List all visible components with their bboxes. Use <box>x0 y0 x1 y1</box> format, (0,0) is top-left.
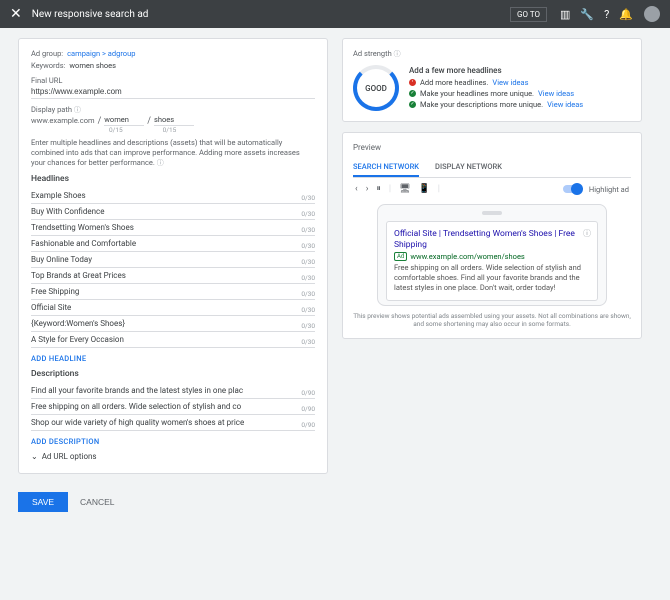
adgroup-label: Ad group: <box>31 49 63 58</box>
display-path-label: Display path <box>31 105 72 114</box>
highlight-label: Highlight ad <box>589 185 629 194</box>
headline-input[interactable]: {Keyword:Women's Shoes}0/30 <box>31 316 315 332</box>
chevron-down-icon: ⌄ <box>31 452 38 461</box>
close-icon[interactable]: ✕ <box>10 6 22 22</box>
form-panel: Ad group: campaign > adgroup Keywords: w… <box>18 38 328 474</box>
view-ideas-link[interactable]: View ideas <box>547 100 583 109</box>
avatar[interactable] <box>644 6 660 22</box>
highlight-toggle[interactable] <box>563 185 581 193</box>
device-frame: ⓘ Official Site | Trendsetting Women's S… <box>377 204 607 306</box>
ad-strength-label: Ad strength <box>353 49 392 58</box>
path2-counter: 0/15 <box>163 126 177 134</box>
status-icon: ✓ <box>409 101 416 108</box>
keywords-value: women shoes <box>69 61 116 70</box>
preview-label: Preview <box>353 143 631 152</box>
view-ideas-link[interactable]: View ideas <box>492 78 528 87</box>
final-url-label: Final URL <box>31 76 315 85</box>
help-icon[interactable]: ? <box>604 8 609 21</box>
topbar: ✕ New responsive search ad GO TO ▥ 🔧 ? 🔔 <box>0 0 670 28</box>
pause-icon[interactable]: ⏸ <box>376 184 381 194</box>
final-url-input[interactable] <box>31 85 315 99</box>
description-input[interactable]: Shop our wide variety of high quality wo… <box>31 415 315 431</box>
cancel-button[interactable]: CANCEL <box>80 497 114 507</box>
strength-ring: GOOD <box>353 65 399 111</box>
descriptions-title: Descriptions <box>31 369 315 379</box>
intro-text: Enter multiple headlines and description… <box>31 138 300 167</box>
headlines-title: Headlines <box>31 174 315 184</box>
headline-input[interactable]: Top Brands at Great Prices0/30 <box>31 268 315 284</box>
page-title: New responsive search ad <box>32 9 510 20</box>
strength-item: ✓Make your descriptions more unique. Vie… <box>409 100 583 109</box>
preview-note: This preview shows potential ads assembl… <box>353 312 631 329</box>
status-icon: ✓ <box>409 90 416 97</box>
preview-card: Preview SEARCH NETWORK DISPLAY NETWORK ‹… <box>342 132 642 339</box>
status-icon: • <box>409 79 416 86</box>
description-input[interactable]: Find all your favorite brands and the la… <box>31 383 315 399</box>
save-button[interactable]: SAVE <box>18 492 68 512</box>
info-icon[interactable]: ⓘ <box>157 159 164 167</box>
view-ideas-link[interactable]: View ideas <box>538 89 574 98</box>
chart-icon[interactable]: ▥ <box>560 8 570 21</box>
strength-heading: Add a few more headlines <box>409 66 583 75</box>
headline-input[interactable]: Fashionable and Comfortable0/30 <box>31 236 315 252</box>
adgroup-link[interactable]: campaign > adgroup <box>67 49 135 58</box>
path1-counter: 0/15 <box>109 126 123 134</box>
add-description-button[interactable]: ADD DESCRIPTION <box>31 437 315 446</box>
ad-badge: Ad <box>394 252 407 261</box>
headline-input[interactable]: Trendsetting Women's Shoes0/30 <box>31 220 315 236</box>
headline-input[interactable]: Example Shoes0/30 <box>31 188 315 204</box>
goto-button[interactable]: GO TO <box>510 7 547 22</box>
prev-icon[interactable]: ‹ <box>355 184 358 194</box>
strength-item: •Add more headlines. View ideas <box>409 78 583 87</box>
tab-search-network[interactable]: SEARCH NETWORK <box>353 158 419 177</box>
strength-item: ✓Make your headlines more unique. View i… <box>409 89 583 98</box>
headline-input[interactable]: Official Site0/30 <box>31 300 315 316</box>
description-input[interactable]: Free shipping on all orders. Wide select… <box>31 399 315 415</box>
info-icon[interactable]: ⓘ <box>394 50 401 58</box>
ad-description: Free shipping on all orders. Wide select… <box>394 263 590 292</box>
headline-input[interactable]: Buy Online Today0/30 <box>31 252 315 268</box>
info-icon[interactable]: ⓘ <box>583 228 591 239</box>
path2-input[interactable]: shoes <box>154 115 194 126</box>
headline-input[interactable]: Buy With Confidence0/30 <box>31 204 315 220</box>
ad-url: www.example.com/women/shoes <box>410 252 524 261</box>
tools-icon[interactable]: 🔧 <box>580 8 594 21</box>
desktop-icon[interactable]: 🖥 <box>399 184 410 194</box>
keywords-label: Keywords: <box>31 61 65 70</box>
mobile-icon[interactable]: 📱 <box>419 184 430 194</box>
ad-preview: ⓘ Official Site | Trendsetting Women's S… <box>386 221 598 301</box>
ad-strength-card: Ad strength ⓘ GOOD Add a few more headli… <box>342 38 642 122</box>
headline-input[interactable]: A Style for Every Occasion0/30 <box>31 332 315 348</box>
notifications-icon[interactable]: 🔔 <box>619 8 633 21</box>
add-headline-button[interactable]: ADD HEADLINE <box>31 354 315 363</box>
next-icon[interactable]: › <box>366 184 369 194</box>
headline-input[interactable]: Free Shipping0/30 <box>31 284 315 300</box>
tab-display-network[interactable]: DISPLAY NETWORK <box>435 158 502 177</box>
ad-title: Official Site | Trendsetting Women's Sho… <box>394 229 590 250</box>
info-icon[interactable]: ⓘ <box>74 106 81 114</box>
ad-url-options[interactable]: ⌄ Ad URL options <box>31 452 315 461</box>
display-base: www.example.com <box>31 116 95 125</box>
path1-input[interactable]: women <box>104 115 144 126</box>
